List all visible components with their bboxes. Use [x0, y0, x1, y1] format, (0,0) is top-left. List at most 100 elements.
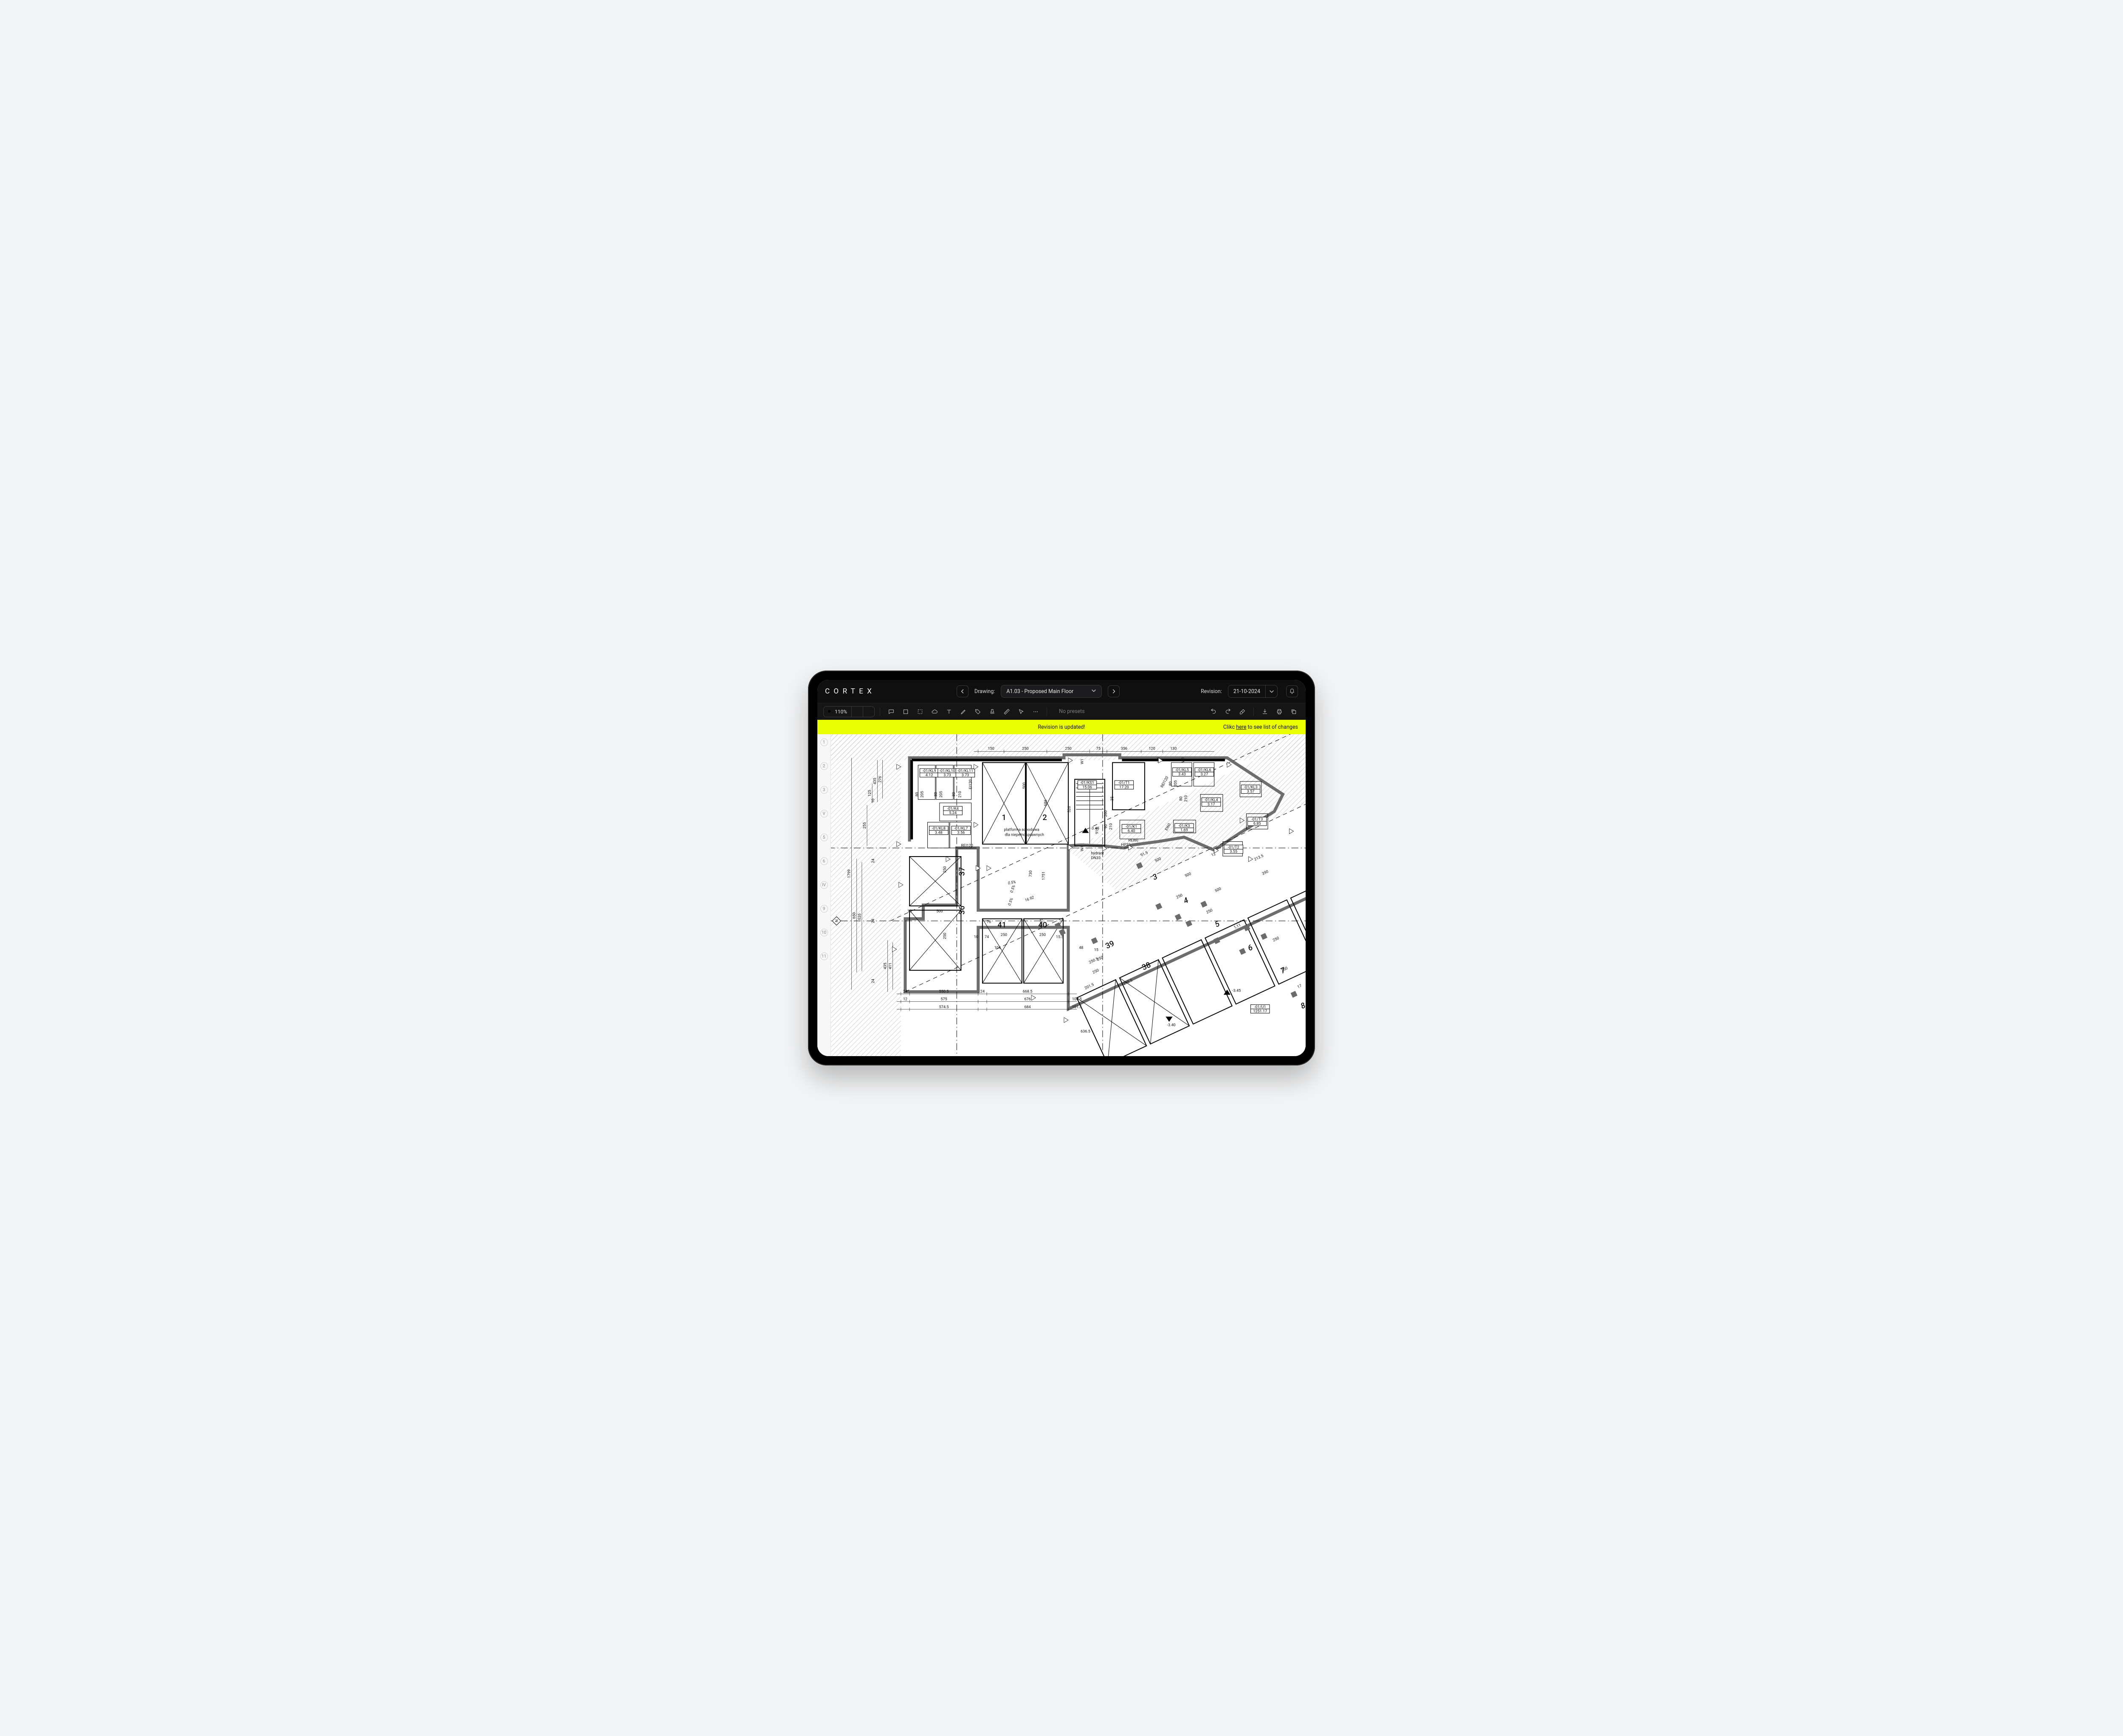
measure-tool[interactable] [1001, 706, 1013, 717]
comment-icon [888, 708, 895, 715]
text-icon [946, 708, 952, 715]
screen: CORTEX Drawing: A1.03 - Proposed Main Fl… [817, 680, 1306, 1056]
svg-text:W1: W1 [1181, 757, 1185, 763]
svg-text:80: 80 [1179, 796, 1183, 800]
print-button[interactable] [1273, 706, 1285, 717]
svg-text:17.20: 17.20 [1119, 785, 1129, 789]
chevron-down-icon [1091, 688, 1096, 695]
tag-icon [974, 708, 981, 715]
eraser-button[interactable] [1236, 706, 1248, 717]
svg-text:250: 250 [1065, 747, 1071, 751]
svg-text:80: 80 [915, 792, 919, 796]
svg-text:12: 12 [903, 998, 907, 1002]
zoom-out-button[interactable] [863, 707, 874, 717]
svg-text:526: 526 [1067, 806, 1072, 812]
export-button[interactable] [1259, 706, 1271, 717]
drawing-value: A1.03 - Proposed Main Floor [1006, 688, 1073, 695]
svg-text:-01/K4: -01/K4 [947, 807, 958, 811]
redo-icon [1225, 708, 1231, 715]
presets-placeholder[interactable]: No presets [1052, 708, 1085, 715]
svg-text:12: 12 [1211, 852, 1216, 857]
draw-tool[interactable] [957, 706, 969, 717]
svg-text:574.5: 574.5 [939, 1005, 949, 1009]
svg-text:686: 686 [1044, 800, 1048, 806]
svg-text:24: 24 [903, 989, 907, 994]
svg-text:-01/T3: -01/T3 [1251, 817, 1263, 822]
svg-text:2: 2 [1042, 813, 1047, 822]
svg-text:4.12: 4.12 [926, 773, 933, 778]
svg-text:6.40: 6.40 [1128, 829, 1135, 833]
svg-text:1799: 1799 [848, 869, 852, 878]
ruler-mark: 1 [820, 738, 828, 746]
svg-text:201.5: 201.5 [1084, 983, 1095, 991]
svg-text:-3.40: -3.40 [1167, 1023, 1175, 1027]
toolbar: 110% No presets [817, 703, 1306, 720]
revision-select[interactable]: 21-10-2024 [1228, 685, 1278, 698]
svg-text:REI60: REI60 [1128, 839, 1138, 843]
pointer-tool[interactable] [1015, 706, 1027, 717]
svg-text:1: 1 [1002, 813, 1006, 822]
svg-text:250.5: 250.5 [1088, 957, 1099, 965]
ruler-icon [1003, 708, 1010, 715]
drawing-canvas[interactable]: 123V56IV91011 [817, 734, 1306, 1056]
cloud-tool[interactable] [929, 706, 940, 717]
chevron-down-icon[interactable] [1265, 685, 1277, 697]
dots-icon [1032, 708, 1039, 715]
svg-text:684: 684 [1024, 1005, 1031, 1009]
svg-text:435: 435 [873, 778, 877, 784]
notifications-button[interactable] [1286, 685, 1298, 697]
svg-text:250: 250 [1176, 893, 1183, 900]
svg-text:-01/KL9: -01/KL9 [922, 769, 936, 773]
square-icon [902, 708, 909, 715]
drawing-select[interactable]: A1.03 - Proposed Main Floor [1001, 685, 1102, 698]
dashed-square-icon [917, 708, 924, 715]
redo-button[interactable] [1222, 706, 1234, 717]
ruler-mark: 6 [820, 857, 828, 865]
pointer-icon [1018, 708, 1025, 715]
svg-text:626: 626 [858, 913, 862, 920]
next-drawing-button[interactable] [1108, 685, 1120, 697]
zoom-search[interactable]: 110% [824, 707, 851, 717]
tag-tool[interactable] [972, 706, 984, 717]
select-area-tool[interactable] [914, 706, 926, 717]
drawing-stage[interactable]: N [831, 734, 1306, 1056]
svg-text:39: 39 [1104, 939, 1116, 951]
app-header: CORTEX Drawing: A1.03 - Proposed Main Fl… [817, 680, 1306, 703]
zoom-in-button[interactable] [851, 707, 863, 717]
svg-text:-01/KL7: -01/KL7 [954, 826, 968, 831]
svg-text:411: 411 [889, 963, 893, 969]
svg-text:3.56: 3.56 [957, 831, 965, 835]
svg-text:3.73: 3.73 [943, 773, 951, 778]
ruler-mark: 10 [820, 929, 828, 936]
undo-button[interactable] [1208, 706, 1219, 717]
svg-text:276: 276 [878, 776, 882, 782]
svg-text:250: 250 [1001, 933, 1007, 937]
copy-button[interactable] [1288, 706, 1300, 717]
divider [1253, 707, 1254, 716]
svg-text:16.92: 16.92 [1025, 896, 1035, 903]
tablet-frame: CORTEX Drawing: A1.03 - Proposed Main Fl… [808, 671, 1315, 1065]
svg-text:-01/K1: -01/K1 [1126, 825, 1137, 829]
text-tool[interactable] [943, 706, 955, 717]
rectangle-tool[interactable] [900, 706, 912, 717]
more-tools[interactable] [1030, 706, 1042, 717]
svg-text:213.5: 213.5 [1253, 854, 1264, 862]
svg-text:500: 500 [936, 909, 943, 913]
svg-text:10: 10 [907, 909, 912, 913]
svg-text:24: 24 [871, 979, 876, 983]
stamp-tool[interactable] [986, 706, 998, 717]
svg-text:-01/K3: -01/K3 [1178, 824, 1190, 828]
svg-text:250: 250 [943, 933, 947, 939]
svg-text:255: 255 [863, 822, 867, 829]
svg-text:15.5: 15.5 [1056, 935, 1064, 939]
ruler-mark: 5 [820, 834, 828, 841]
svg-text:5.24: 5.24 [949, 811, 957, 815]
svg-text:1.69: 1.69 [1180, 828, 1188, 832]
svg-text:1751: 1751 [1042, 871, 1046, 880]
prev-drawing-button[interactable] [957, 685, 969, 697]
comment-tool[interactable] [885, 706, 897, 717]
svg-text:3.27: 3.27 [1201, 772, 1208, 777]
revision-label: Revision: [1201, 688, 1222, 695]
svg-text:390: 390 [1261, 870, 1269, 876]
svg-text:6.85: 6.85 [1253, 822, 1261, 826]
